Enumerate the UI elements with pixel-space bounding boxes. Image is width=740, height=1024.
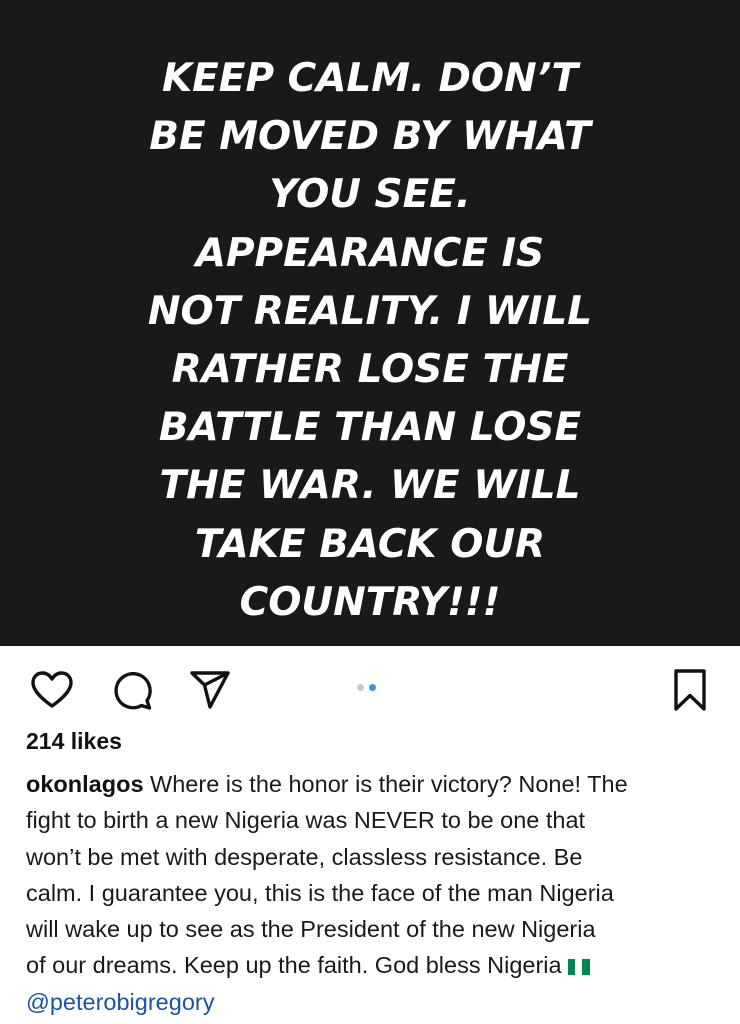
post-action-bar [0,660,740,716]
caption-username[interactable]: okonlagos [26,771,144,797]
carousel-dot [369,684,376,691]
post-image[interactable]: KEEP CALM. DON’T BE MOVED BY WHAT YOU SE… [0,0,740,646]
quote-line: KEEP CALM. DON’T [161,56,579,101]
likes-count[interactable]: 214 likes [26,728,122,755]
quote-line: TAKE BACK OUR [194,521,546,567]
heart-icon[interactable] [30,670,74,710]
quote-line: BATTLE THAN LOSE [158,405,582,451]
caption-text: Where is the honor is their victory? Non… [143,771,628,797]
quote-line: YOU SEE. [269,172,471,218]
comment-bubble-icon[interactable] [111,669,153,711]
quote-line: NOT REALITY. I WILL [147,288,593,334]
caption-line: @peterobigregory [26,984,726,1020]
caption-mention[interactable]: @peterobigregory [26,989,214,1015]
quote-line: BE MOVED BY WHAT [149,114,591,160]
quote-line: APPEARANCE IS [195,230,545,276]
paper-plane-icon[interactable] [188,670,232,710]
quote-line: COUNTRY!!! [239,579,501,625]
carousel-dot [357,684,364,691]
caption-text: of our dreams. Keep up the faith. God bl… [26,952,562,979]
caption-line: calm. I guarantee you, this is the face … [26,879,614,906]
caption-line: okonlagos Where is the honor is their vi… [26,766,726,802]
post-image-quote: KEEP CALM. DON’T BE MOVED BY WHAT YOU SE… [0,50,740,632]
nigeria-flag-icon [567,959,590,976]
caption-line: fight to birth a new Nigeria was NEVER t… [26,807,586,834]
post-caption: okonlagos Where is the honor is their vi… [26,766,726,1020]
bookmark-icon[interactable] [670,668,710,712]
caption-line: will wake up to see as the President of … [26,916,596,943]
quote-line: RATHER LOSE THE [171,347,569,393]
caption-line: of our dreams. Keep up the faith. God bl… [26,947,726,983]
carousel-indicator [357,683,387,693]
caption-line: won’t be met with desperate, classless r… [26,843,583,870]
quote-line: THE WAR. WE WILL [159,463,581,509]
